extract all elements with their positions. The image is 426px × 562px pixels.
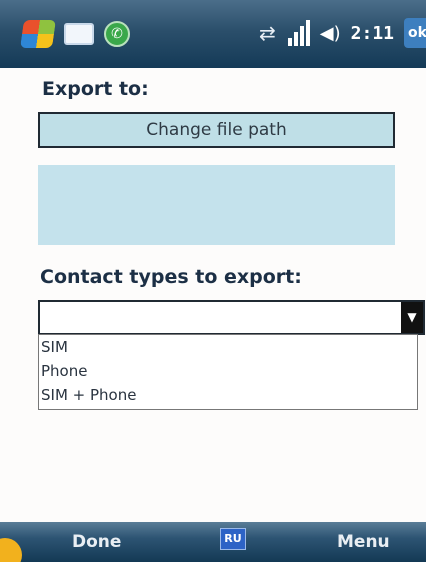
windows-start-icon[interactable] (20, 20, 56, 48)
done-softkey[interactable]: Done (72, 532, 121, 552)
option-sim-plus-phone[interactable]: SIM + Phone (41, 386, 136, 405)
input-language-indicator[interactable]: RU (220, 528, 246, 550)
phone-call-icon[interactable]: ✆ (104, 21, 130, 47)
status-left-icons: ✆ (20, 20, 130, 48)
sync-icon[interactable]: ⇄ (259, 21, 276, 45)
clock[interactable]: 2:11 (351, 23, 394, 44)
screen: ✆ ⇄ ◀) 2:11 ok Export to: Change file pa… (0, 0, 426, 562)
option-sim[interactable]: SIM (41, 338, 68, 357)
contact-types-options-list: SIM Phone SIM + Phone (38, 334, 418, 410)
option-phone[interactable]: Phone (41, 362, 87, 381)
status-right-icons: ⇄ ◀) 2:11 ok (259, 18, 426, 48)
contact-types-dropdown[interactable]: ▼ (38, 300, 425, 335)
volume-icon[interactable]: ◀) (320, 23, 341, 44)
signal-strength-icon[interactable] (286, 18, 310, 48)
contact-types-label: Contact types to export: (40, 266, 302, 288)
status-bar: ✆ ⇄ ◀) 2:11 ok (0, 0, 426, 68)
softkey-bar: Done RU Menu (0, 522, 426, 562)
messaging-icon[interactable] (64, 23, 94, 45)
menu-softkey[interactable]: Menu (337, 532, 390, 552)
file-path-display (38, 165, 395, 245)
change-file-path-button[interactable]: Change file path (38, 112, 395, 148)
dropdown-arrow-icon[interactable]: ▼ (401, 302, 423, 333)
export-to-label: Export to: (42, 78, 149, 100)
ok-button[interactable]: ok (404, 18, 426, 48)
